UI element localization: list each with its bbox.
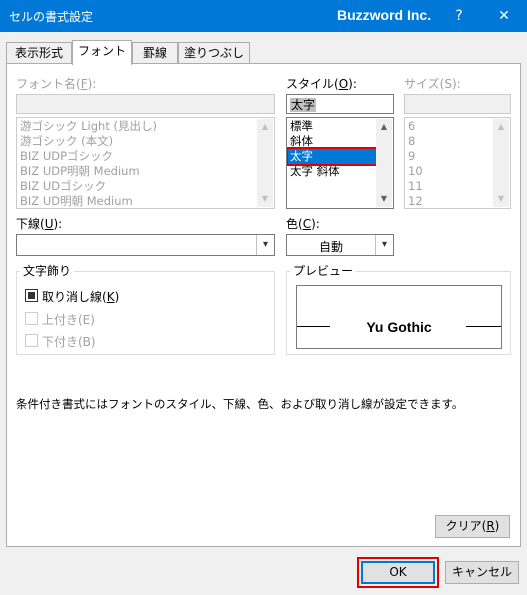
scroll-down-icon[interactable]: ▼ (376, 191, 392, 207)
underline-select[interactable]: ▾ (16, 234, 275, 256)
subscript-checkbox[interactable] (25, 334, 38, 347)
strikethrough-label: 取り消し線(K) (42, 290, 120, 304)
preview-right-line (466, 326, 501, 327)
brand-label: Buzzword Inc. (337, 7, 432, 23)
list-item[interactable]: BIZ UD明朝 Medium (18, 194, 257, 208)
font-name-list[interactable]: 游ゴシック Light (見出し) 游ゴシック (本文) BIZ UDPゴシック… (16, 117, 275, 209)
color-select[interactable]: 自動 ▾ (286, 234, 394, 256)
list-item[interactable]: 11 (406, 179, 493, 194)
scroll-up-icon[interactable]: ▲ (257, 119, 273, 135)
list-item[interactable]: 游ゴシック Light (見出し) (18, 119, 257, 134)
scroll-down-icon[interactable]: ▼ (257, 191, 273, 207)
cancel-button[interactable]: キャンセル (445, 561, 519, 584)
subscript-label: 下付き(B) (42, 335, 96, 349)
style-input[interactable]: 太字 (286, 94, 394, 114)
size-scrollbar[interactable]: ▲ ▼ (493, 119, 509, 207)
font-name-input[interactable] (16, 94, 275, 114)
list-item[interactable]: BIZ UDゴシック (18, 179, 257, 194)
list-item[interactable]: 12 (406, 194, 493, 208)
style-label: スタイル(O): (286, 77, 357, 91)
scroll-down-icon[interactable]: ▼ (493, 191, 509, 207)
size-list[interactable]: 6 8 9 10 11 12 ▲ ▼ (404, 117, 511, 209)
tab-fill[interactable]: 塗りつぶし (178, 42, 250, 64)
list-item[interactable]: 斜体 (288, 134, 376, 149)
tab-number-format[interactable]: 表示形式 (6, 42, 72, 64)
clear-button[interactable]: クリア(R) (435, 515, 510, 538)
underline-label: 下線(U): (16, 217, 63, 231)
list-item[interactable]: 8 (406, 134, 493, 149)
list-item[interactable]: 10 (406, 164, 493, 179)
close-button[interactable]: ✕ (481, 0, 527, 32)
font-name-scrollbar[interactable]: ▲ ▼ (257, 119, 273, 207)
help-button[interactable]: ? (436, 0, 482, 32)
chevron-down-icon[interactable]: ▾ (256, 235, 274, 255)
style-scrollbar[interactable]: ▲ ▼ (376, 119, 392, 207)
superscript-checkbox[interactable] (25, 312, 38, 325)
style-input-value: 太字 (290, 98, 317, 112)
list-item[interactable]: 游ゴシック (本文) (18, 134, 257, 149)
superscript-label: 上付き(E) (42, 313, 95, 327)
list-item[interactable]: 6 (406, 119, 493, 134)
list-item[interactable]: 太字 斜体 (288, 164, 376, 179)
list-item[interactable]: BIZ UDPゴシック (18, 149, 257, 164)
style-list[interactable]: 標準 斜体 太字 太字 斜体 ▲ ▼ (286, 117, 394, 209)
title-bar: セルの書式設定 Buzzword Inc. ? ✕ (0, 0, 527, 32)
effects-group-title: 文字飾り (20, 262, 75, 279)
color-label: 色(C): (286, 217, 320, 231)
scroll-up-icon[interactable]: ▲ (376, 119, 392, 135)
list-item-selected[interactable]: 太字 (287, 147, 378, 166)
scroll-up-icon[interactable]: ▲ (493, 119, 509, 135)
preview-group-title: プレビュー (290, 262, 357, 279)
size-input[interactable] (404, 94, 511, 114)
size-label: サイズ(S): (404, 77, 461, 91)
window-title: セルの書式設定 (9, 10, 94, 24)
list-item[interactable]: BIZ UDP明朝 Medium (18, 164, 257, 179)
tab-border[interactable]: 罫線 (132, 42, 178, 64)
preview-box: Yu Gothic (296, 285, 502, 349)
list-item[interactable]: 9 (406, 149, 493, 164)
list-item[interactable]: 標準 (288, 119, 376, 134)
tab-font[interactable]: フォント (72, 40, 132, 65)
strikethrough-checkbox[interactable] (25, 289, 38, 302)
preview-sample-text: Yu Gothic (366, 319, 432, 335)
color-value: 自動 (318, 240, 343, 254)
font-name-label: フォント名(F): (16, 77, 97, 91)
description-text: 条件付き書式にはフォントのスタイル、下線、色、および取り消し線が設定できます。 (16, 397, 464, 411)
ok-button[interactable]: OK (361, 561, 435, 584)
chevron-down-icon[interactable]: ▾ (375, 235, 393, 255)
